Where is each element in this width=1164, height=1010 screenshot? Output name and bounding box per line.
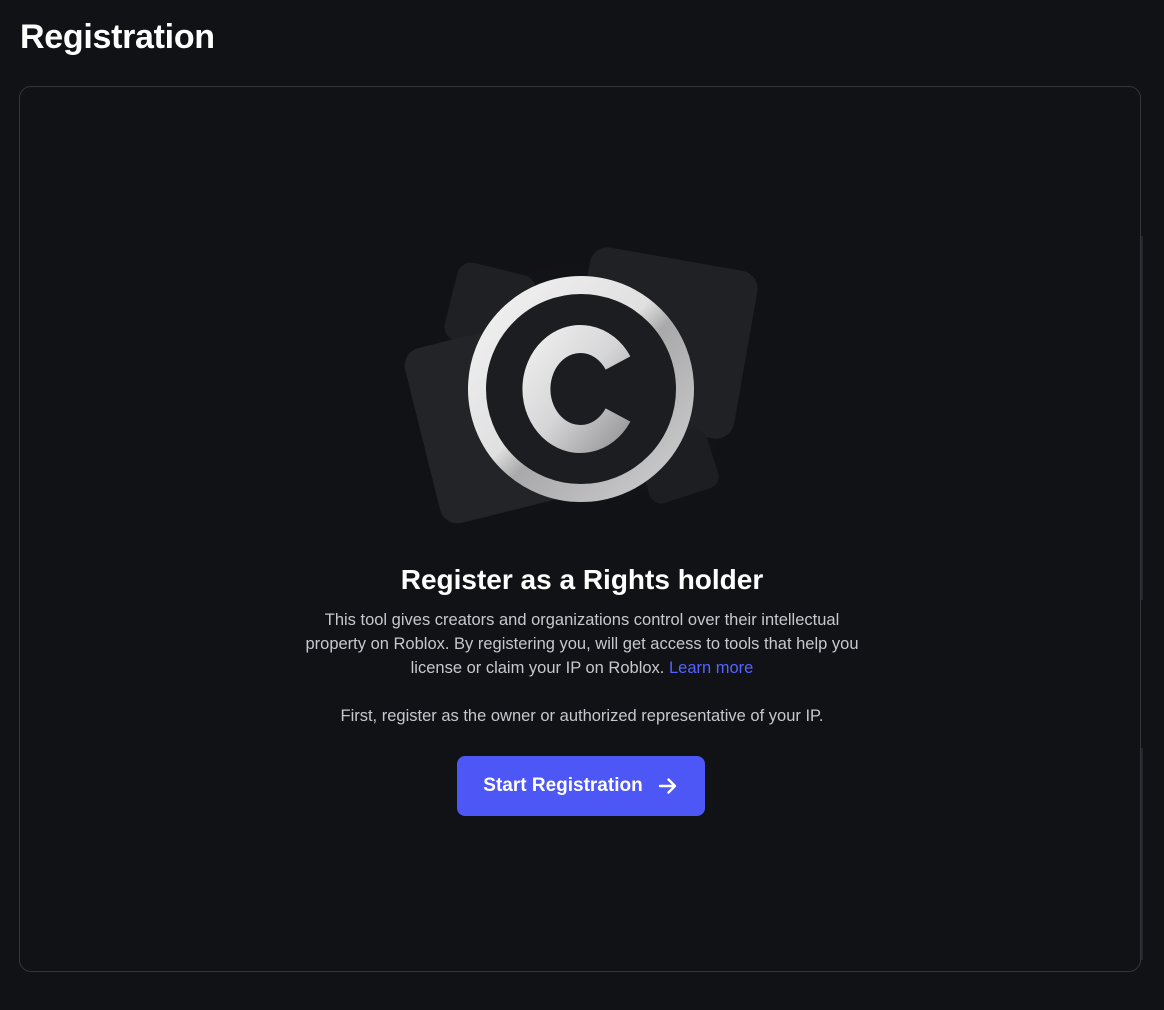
page-title: Registration xyxy=(20,18,215,56)
learn-more-link[interactable]: Learn more xyxy=(669,659,753,677)
start-registration-button[interactable]: Start Registration xyxy=(457,756,705,816)
scrollbar-track xyxy=(1141,236,1143,600)
hero-instruction: First, register as the owner or authoriz… xyxy=(340,707,824,725)
hero-description-text: This tool gives creators and organizatio… xyxy=(305,611,859,677)
start-registration-label: Start Registration xyxy=(483,775,643,796)
copyright-illustration xyxy=(392,240,772,530)
arrow-right-icon xyxy=(657,775,679,797)
hero-heading: Register as a Rights holder xyxy=(400,564,764,595)
copyright-icon xyxy=(468,276,694,502)
scrollbar-track-lower xyxy=(1141,748,1143,960)
hero-description: This tool gives creators and organizatio… xyxy=(302,608,862,680)
